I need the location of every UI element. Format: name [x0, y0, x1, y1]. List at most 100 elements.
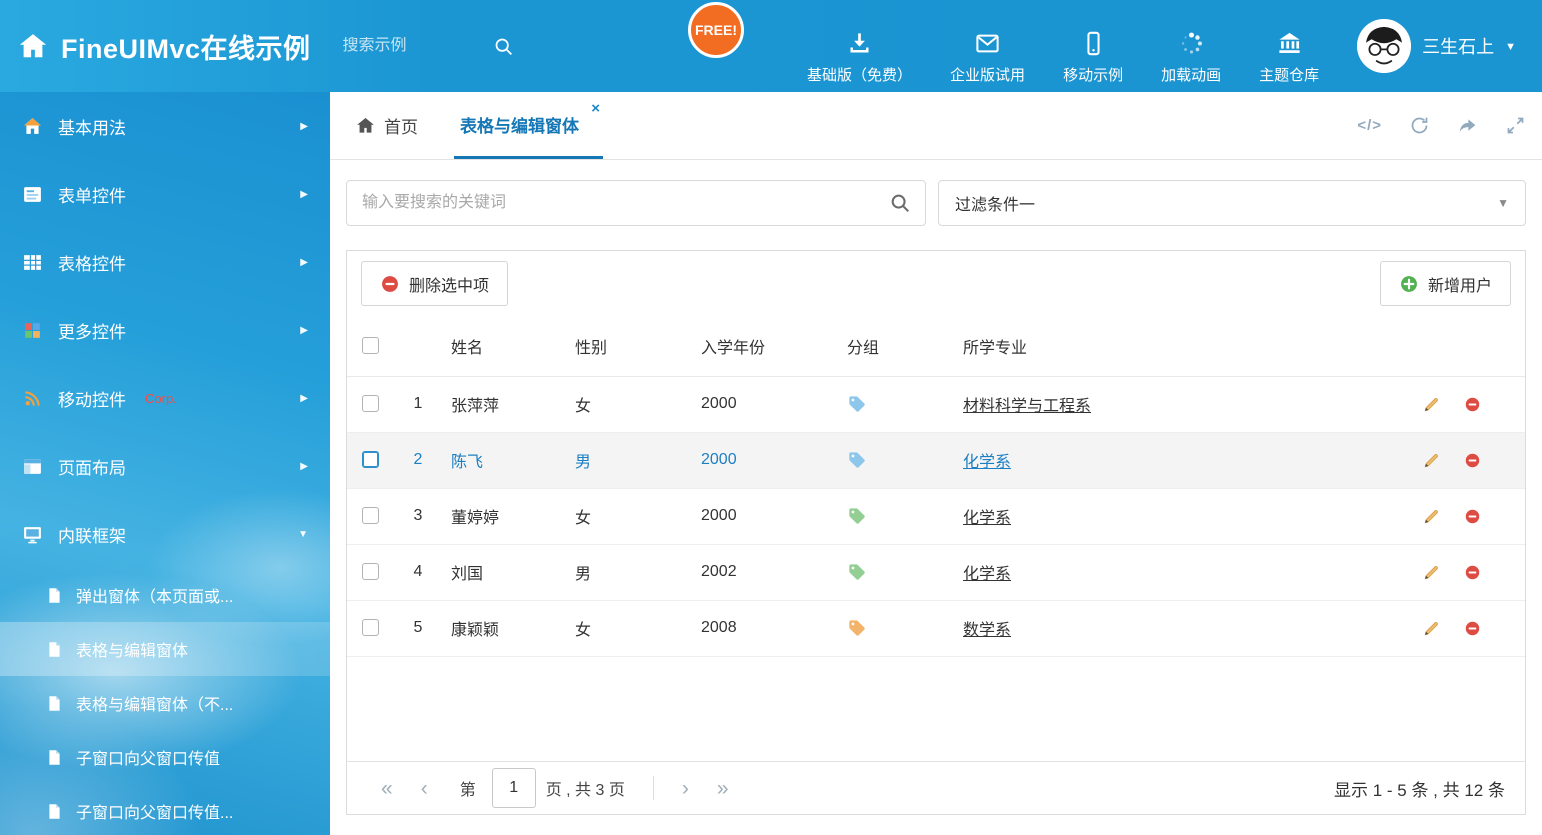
row-checkbox[interactable]	[362, 451, 379, 468]
close-icon[interactable]: ×	[591, 101, 600, 116]
sidebar-subitem-child-to-parent[interactable]: 子窗口向父窗口传值	[0, 730, 330, 784]
cell-gender: 女	[567, 600, 693, 656]
header-search-input[interactable]	[343, 37, 493, 55]
avatar-face-icon	[1357, 19, 1411, 73]
delete-row-icon[interactable]	[1464, 562, 1481, 583]
edit-pencil-icon[interactable]	[1423, 506, 1440, 527]
filter-row: 过滤条件一 ▼	[346, 180, 1526, 226]
edit-pencil-icon[interactable]	[1423, 562, 1440, 583]
chevron-right-icon: ▶	[300, 325, 308, 336]
major-link[interactable]: 数学系	[963, 622, 1011, 639]
prev-page-button[interactable]: ‹	[407, 778, 442, 799]
table-row[interactable]: 3 董婷婷 女 2000 化学系	[347, 488, 1525, 544]
sidebar-item-label: 基本用法	[58, 114, 126, 139]
table-header-row: 姓名 性别 入学年份 分组 所学专业	[347, 316, 1525, 376]
chevron-right-icon: ▶	[300, 121, 308, 132]
nav-item-theme-store[interactable]: 主题仓库	[1259, 30, 1319, 85]
delete-row-icon[interactable]	[1464, 450, 1481, 471]
row-checkbox[interactable]	[362, 395, 379, 412]
tab-home[interactable]: 首页	[346, 92, 428, 159]
row-checkbox[interactable]	[362, 619, 379, 636]
open-new-window-button[interactable]	[1457, 115, 1478, 136]
search-icon[interactable]	[493, 36, 514, 57]
major-link[interactable]: 化学系	[963, 454, 1011, 471]
chevron-right-icon: ▶	[300, 189, 308, 200]
users-table: 姓名 性别 入学年份 分组 所学专业 1 张萍萍 女 2000	[347, 316, 1525, 657]
tab-grid-edit-window[interactable]: 表格与编辑窗体 ×	[454, 92, 603, 159]
first-page-button[interactable]: «	[367, 778, 407, 799]
row-checkbox[interactable]	[362, 507, 379, 524]
main-content: 首页 表格与编辑窗体 × </>	[330, 92, 1542, 835]
cell-gender: 男	[567, 432, 693, 488]
major-link[interactable]: 材料科学与工程系	[963, 398, 1091, 415]
table-row[interactable]: 2 陈飞 男 2000 化学系	[347, 432, 1525, 488]
nav-label: 企业版试用	[950, 64, 1025, 85]
home-icon	[356, 116, 375, 135]
last-page-button[interactable]: »	[703, 778, 743, 799]
sidebar-item-grid-controls[interactable]: 表格控件 ▶	[0, 228, 330, 296]
sidebar-item-mobile-controls[interactable]: 移动控件 Corp. ▶	[0, 364, 330, 432]
fullscreen-button[interactable]	[1505, 115, 1526, 136]
cell-year: 2000	[693, 376, 839, 432]
major-link[interactable]: 化学系	[963, 510, 1011, 527]
top-header: FineUIMvc在线示例 FREE! 基础版（免费） 企业版试用 移动示例	[0, 0, 1542, 92]
table-row[interactable]: 1 张萍萍 女 2000 材料科学与工程系	[347, 376, 1525, 432]
home-icon	[18, 31, 48, 61]
row-number: 5	[393, 600, 443, 656]
sidebar-subitem-grid-edit-window-2[interactable]: 表格与编辑窗体（不...	[0, 676, 330, 730]
logo[interactable]: FineUIMvc在线示例	[18, 27, 311, 66]
filter-dropdown[interactable]: 过滤条件一 ▼	[938, 180, 1526, 226]
caret-down-icon: ▼	[1505, 41, 1516, 53]
select-all-checkbox[interactable]	[362, 337, 379, 354]
refresh-button[interactable]	[1409, 115, 1430, 136]
edit-pencil-icon[interactable]	[1423, 450, 1440, 471]
table-row[interactable]: 5 康颖颖 女 2008 数学系	[347, 600, 1525, 656]
nav-item-mobile-demo[interactable]: 移动示例	[1063, 30, 1123, 85]
sidebar-subitem-popup-window[interactable]: 弹出窗体（本页面或...	[0, 568, 330, 622]
minus-circle-icon	[380, 274, 400, 294]
user-menu[interactable]: 三生石上 ▼	[1357, 19, 1516, 73]
sidebar-subitem-child-to-parent-2[interactable]: 子窗口向父窗口传值...	[0, 784, 330, 835]
delete-row-icon[interactable]	[1464, 394, 1481, 415]
delete-row-icon[interactable]	[1464, 618, 1481, 639]
tag-icon	[847, 618, 947, 638]
cell-name: 康颖颖	[443, 600, 567, 656]
table-row[interactable]: 4 刘国 男 2002 化学系	[347, 544, 1525, 600]
page-number-input[interactable]	[492, 768, 536, 808]
edit-pencil-icon[interactable]	[1423, 394, 1440, 415]
sidebar-subitem-label: 表格与编辑窗体（不...	[76, 691, 233, 715]
row-checkbox[interactable]	[362, 563, 379, 580]
view-source-button[interactable]: </>	[1357, 117, 1382, 134]
blocks-icon	[22, 320, 43, 341]
nav-item-loading-animation[interactable]: 加载动画	[1161, 30, 1221, 85]
sidebar-subitem-grid-edit-window[interactable]: 表格与编辑窗体	[0, 622, 330, 676]
nav-label: 加载动画	[1161, 64, 1221, 85]
pagination-bar: « ‹ 第 页 , 共 3 页 › » 显示 1 - 5 条 , 共 12 条	[347, 761, 1525, 814]
sidebar-item-label: 表格控件	[58, 250, 126, 275]
home-icon	[22, 116, 43, 137]
sidebar-item-more-controls[interactable]: 更多控件 ▶	[0, 296, 330, 364]
row-number: 3	[393, 488, 443, 544]
sidebar-item-form-controls[interactable]: 表单控件 ▶	[0, 160, 330, 228]
delete-row-icon[interactable]	[1464, 506, 1481, 527]
chevron-right-icon: ▶	[300, 257, 308, 268]
add-user-button[interactable]: 新增用户	[1380, 261, 1511, 306]
expand-icon	[1505, 115, 1526, 136]
delete-selected-button[interactable]: 删除选中项	[361, 261, 508, 306]
next-page-button[interactable]: ›	[668, 778, 703, 799]
sidebar-item-label: 页面布局	[58, 454, 126, 479]
cell-name: 陈飞	[443, 432, 567, 488]
major-link[interactable]: 化学系	[963, 566, 1011, 583]
plus-circle-icon	[1399, 274, 1419, 294]
nav-item-basic-free[interactable]: 基础版（免费）	[807, 30, 912, 85]
keyword-search-input[interactable]	[347, 181, 925, 225]
sidebar-item-iframe[interactable]: 内联框架 ▼	[0, 500, 330, 568]
sidebar-item-page-layout[interactable]: 页面布局 ▶	[0, 432, 330, 500]
edit-pencil-icon[interactable]	[1423, 618, 1440, 639]
cell-gender: 男	[567, 544, 693, 600]
file-icon	[46, 803, 63, 820]
keyword-search	[346, 180, 926, 226]
layout-icon	[22, 456, 43, 477]
sidebar-item-basic-usage[interactable]: 基本用法 ▶	[0, 92, 330, 160]
nav-item-enterprise-trial[interactable]: 企业版试用	[950, 30, 1025, 85]
